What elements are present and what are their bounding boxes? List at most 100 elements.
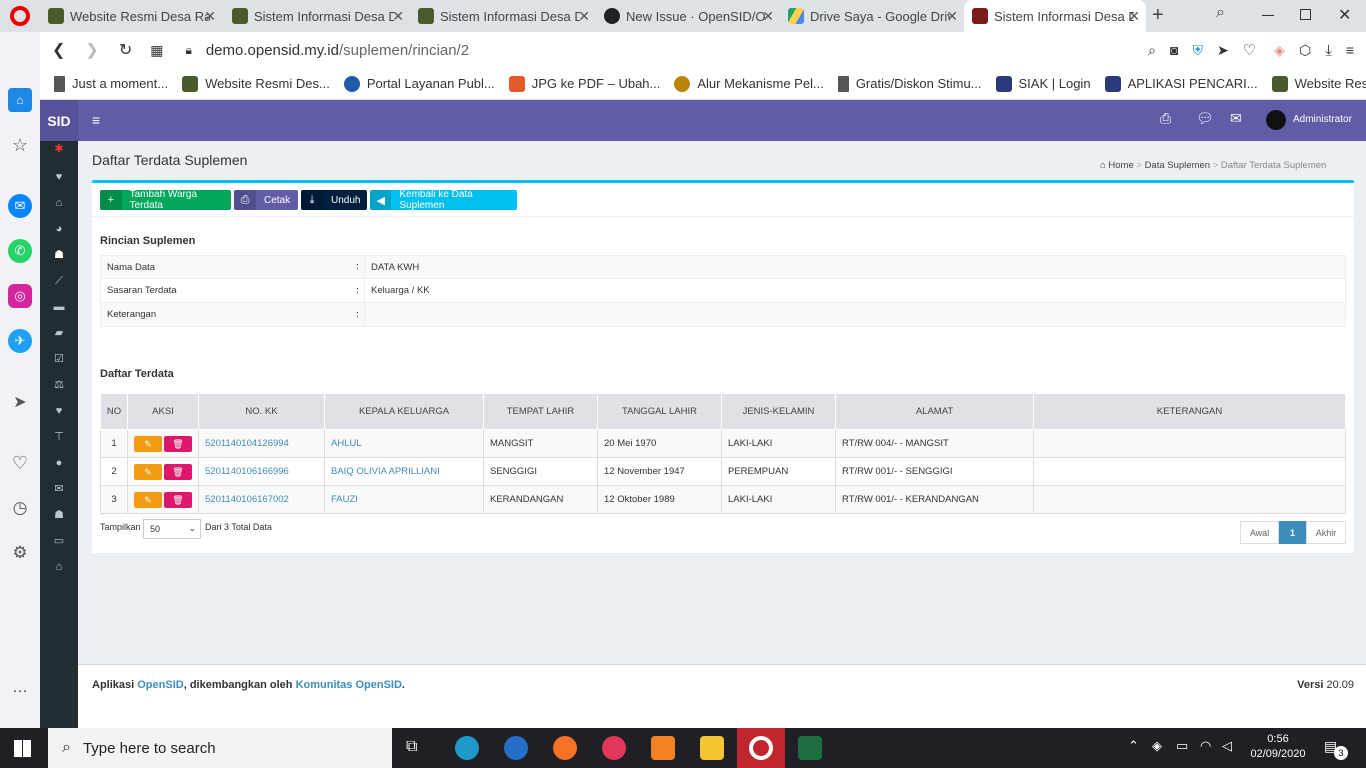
browser-tab-active[interactable]: Sistem Informasi Desa D ✕ [964,0,1146,32]
back-icon[interactable]: ❮ [52,40,65,60]
bookmark-item[interactable]: APLIKASI PENCARI... [1104,75,1258,92]
breadcrumb-data-suplemen[interactable]: Data Suplemen [1145,160,1210,171]
close-tab-icon[interactable]: ✕ [578,8,590,25]
avatar[interactable] [1266,110,1286,130]
adblock-shield-icon[interactable]: ⛨ [1192,42,1203,59]
footer-org-link[interactable]: Komunitas OpenSID [296,679,402,691]
reload-icon[interactable]: ↻ [119,40,132,60]
edit-icon[interactable]: ✎ [134,491,162,508]
browser-tab[interactable]: Drive Saya - Google Driv ✕ [780,0,964,32]
firefox-icon[interactable] [553,736,577,760]
url-field[interactable]: demo.opensid.my.id/suplemen/rincian/2 [206,42,469,59]
tray-chevron-icon[interactable]: ⌃ [1128,738,1139,754]
bookmark-item[interactable]: Just a moment... [54,75,168,92]
windows-start-icon[interactable] [14,740,31,757]
messenger-icon[interactable]: ✉ [8,194,32,218]
volume-icon[interactable]: ◁ [1222,738,1232,754]
heartbeat-icon[interactable]: ♥ [51,169,67,185]
comments-icon[interactable]: 💬︎ [1196,110,1214,127]
per-page-select[interactable]: 50 ⌄ [143,519,201,539]
edit-icon[interactable]: ✎ [134,463,162,480]
bookmark-item[interactable]: Website Resmi Desa [1271,75,1366,92]
app-icon[interactable] [602,736,626,760]
file-explorer-icon[interactable] [700,736,724,760]
speed-dial-icon[interactable]: ▦ [150,42,163,59]
print-icon[interactable]: ⎙ [1160,110,1171,127]
minimize-icon[interactable] [1262,15,1274,16]
opera-logo-icon[interactable] [10,6,30,26]
cell-kk[interactable]: 5201140104126994 [198,429,325,458]
envelope-icon[interactable]: ✉ [51,481,67,497]
chart-icon[interactable]: ⟋ [51,273,67,289]
trash-icon[interactable]: 🗑︎ [164,491,192,508]
clock[interactable]: 0:56 02/09/2020 [1248,732,1308,762]
book-icon[interactable]: ▰ [51,325,67,341]
page-first[interactable]: Awal [1240,521,1279,544]
taskbar-search[interactable]: ⌕ Type here to search [48,728,392,768]
cell-kepala[interactable]: AHLUL [324,429,484,458]
browser-tab[interactable]: New Issue · OpenSID/Op ✕ [596,0,780,32]
browser-tab[interactable]: Website Resmi Desa Ran ✕ [40,0,222,32]
edit-icon[interactable]: ✎ [134,435,162,452]
archive-icon[interactable]: ▬ [51,299,67,315]
close-tab-icon[interactable]: ✕ [1128,8,1140,25]
desktop-icon[interactable]: ▭ [51,533,67,549]
home-icon[interactable]: ⌂ [51,195,67,211]
col-header[interactable]: NO [100,393,128,430]
snapshot-icon[interactable]: ◙ [1170,42,1178,58]
add-citizen-button[interactable]: + Tambah Warga Terdata [100,189,231,211]
cell-kepala[interactable]: FAUZI [324,485,484,514]
brand-logo[interactable]: SID [40,100,78,141]
inbox-icon[interactable]: ⌂ [51,559,67,575]
home-icon[interactable]: ⌂ [8,88,32,112]
search-tabs-icon[interactable]: ⌕ [1216,4,1225,22]
mail-icon[interactable]: ✉ [1230,110,1242,127]
excel-icon[interactable] [798,736,822,760]
col-header[interactable]: ALAMAT [835,393,1034,430]
instagram-icon[interactable]: ◎ [8,284,32,308]
settings-icon[interactable]: ⚙ [8,541,32,565]
bookmark-item[interactable]: Gratis/Diskon Stimu... [837,75,982,92]
sign-icon[interactable]: ⊤ [51,429,67,445]
bookmark-item[interactable]: Website Resmi Des... [182,75,330,92]
battery-icon[interactable]: ▭ [1176,738,1188,754]
heart-icon[interactable]: ♥ [51,403,67,419]
cell-kepala[interactable]: BAIQ OLIVIA APRILLIANI [324,457,484,486]
download-button[interactable]: ⤓ Unduh [301,190,367,210]
globe-icon[interactable]: ● [51,455,67,471]
wifi-icon[interactable]: ◠ [1200,738,1211,754]
search-page-icon[interactable]: ⌕ [1148,42,1156,59]
back-button[interactable]: ◀ Kembali ke Data Suplemen [370,189,517,211]
download-icon[interactable]: ⤓ [1325,42,1332,59]
trash-icon[interactable]: 🗑︎ [164,435,192,452]
forward-icon[interactable]: ❯ [85,40,98,60]
browser-tab[interactable]: Sistem Informasi Desa D ✕ [410,0,596,32]
close-tab-icon[interactable]: ✕ [392,8,404,25]
maximize-icon[interactable] [1300,9,1311,20]
browser-icon[interactable] [504,736,528,760]
page-last[interactable]: Akhir [1306,521,1346,544]
browser-tab[interactable]: Sistem Informasi Desa D ✕ [224,0,410,32]
bookmark-item[interactable]: Portal Layanan Publ... [343,75,495,92]
close-window-icon[interactable]: ✕ [1338,5,1351,25]
dashboard-icon[interactable]: ◕ [51,221,67,237]
cell-kk[interactable]: 5201140106167002 [198,485,325,514]
bookmark-item[interactable]: Alur Mekanisme Pel... [674,75,824,92]
page-current[interactable]: 1 [1279,521,1306,544]
bookmark-heart-icon[interactable]: ♡ [1243,41,1256,59]
send-icon[interactable]: ➤ [8,390,32,414]
col-header[interactable]: TEMPAT LAHIR [483,393,598,430]
user-name[interactable]: Administrator [1293,114,1352,125]
more-icon[interactable]: … [8,676,32,700]
star-icon[interactable]: ☆ [8,133,32,157]
sidebar-toggle-icon[interactable]: ≡ [92,112,100,128]
bookmark-item[interactable]: JPG ke PDF – Ubah... [508,75,660,92]
history-icon[interactable]: ◷ [8,496,32,520]
cell-kk[interactable]: 5201140106166996 [198,457,325,486]
close-tab-icon[interactable]: ✕ [762,8,774,25]
send-to-flow-icon[interactable]: ➤ [1217,42,1229,59]
footer-app-link[interactable]: OpenSID [137,679,183,691]
twitter-icon[interactable]: ✈ [8,329,32,353]
group-icon[interactable]: ☗ [51,507,67,523]
heart-icon[interactable]: ♡ [8,451,32,475]
